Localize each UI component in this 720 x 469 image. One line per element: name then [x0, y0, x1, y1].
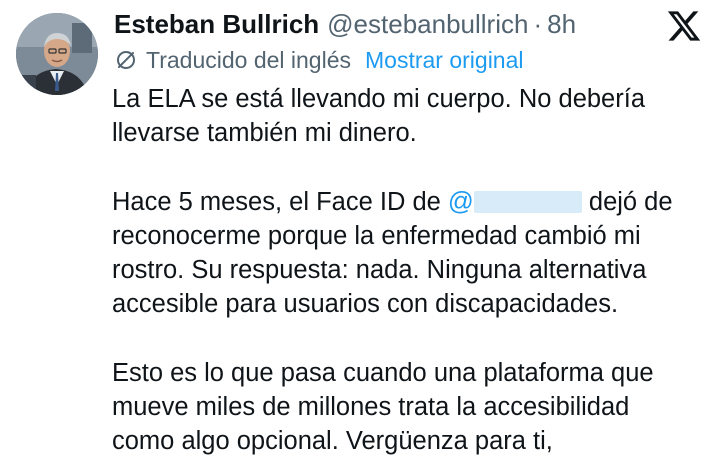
tweet-text: La ELA se está llevando mi cuerpo. No de… [112, 82, 712, 469]
text-line: como algo opcional. Vergüenza para ti, [112, 427, 553, 455]
text-line: mueve miles de millones trata la accesib… [112, 392, 630, 421]
avatar-photo [16, 13, 98, 95]
text-line: llevarse también mi dinero. [112, 119, 417, 148]
show-original-link[interactable]: Mostrar original [365, 47, 524, 74]
x-logo-icon[interactable] [666, 8, 702, 44]
tweet-header: Esteban Bullrich @estebanbullrich · 8h [114, 6, 576, 42]
mention-prefix: @ [447, 187, 474, 216]
author-display-name[interactable]: Esteban Bullrich [114, 9, 319, 40]
tweet-card[interactable]: Esteban Bullrich @estebanbullrich · 8h T… [0, 0, 720, 469]
translated-label: Traducido del inglés [146, 46, 351, 73]
translate-icon [114, 48, 138, 72]
mention-link[interactable]: @ [448, 188, 582, 216]
paragraph-3: Esto es lo que pasa cuando una plataform… [112, 356, 712, 459]
text-fragment: dejó de [581, 187, 673, 216]
translation-bar: Traducido del inglés Mostrar original [114, 44, 524, 76]
text-line: Esto es lo que pasa cuando una plataform… [112, 358, 654, 387]
timestamp[interactable]: 8h [547, 9, 576, 40]
text-line: accesible para usuarios con discapacidad… [112, 290, 619, 319]
paragraph-2: Hace 5 meses, el Face ID de @ dejó de re… [112, 185, 712, 322]
text-line: La ELA se está llevando mi cuerpo. No de… [112, 85, 645, 113]
separator-dot: · [533, 8, 543, 39]
author-handle[interactable]: @estebanbullrich [327, 9, 528, 40]
text-line: reconocerme porque la enfermedad cambió … [112, 221, 641, 250]
text-line: rostro. Su respuesta: nada. Ninguna alte… [112, 256, 647, 284]
redacted-mention [473, 190, 582, 213]
avatar[interactable] [16, 13, 98, 95]
text-line-with-mention: Hace 5 meses, el Face ID de @ dejó de [112, 185, 712, 219]
text-fragment: Hace 5 meses, el Face ID de [112, 187, 448, 216]
paragraph-1: La ELA se está llevando mi cuerpo. No de… [112, 82, 712, 150]
